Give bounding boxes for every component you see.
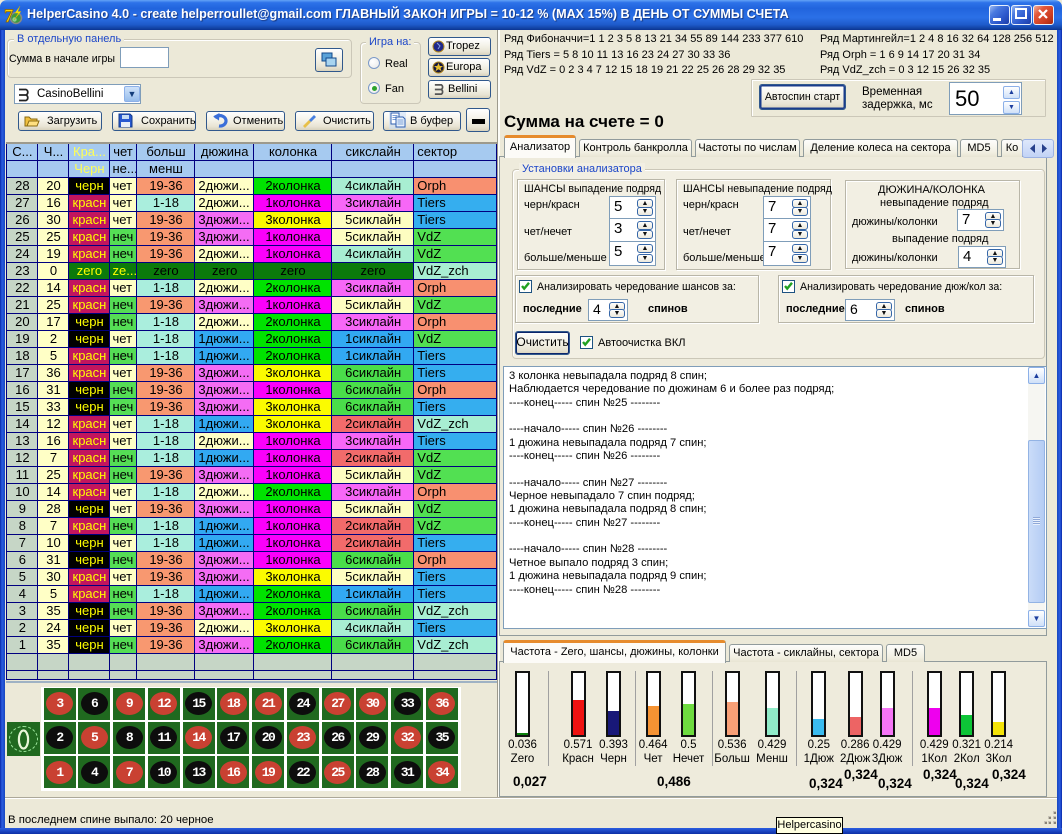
svg-text:7: 7 [4,6,14,25]
